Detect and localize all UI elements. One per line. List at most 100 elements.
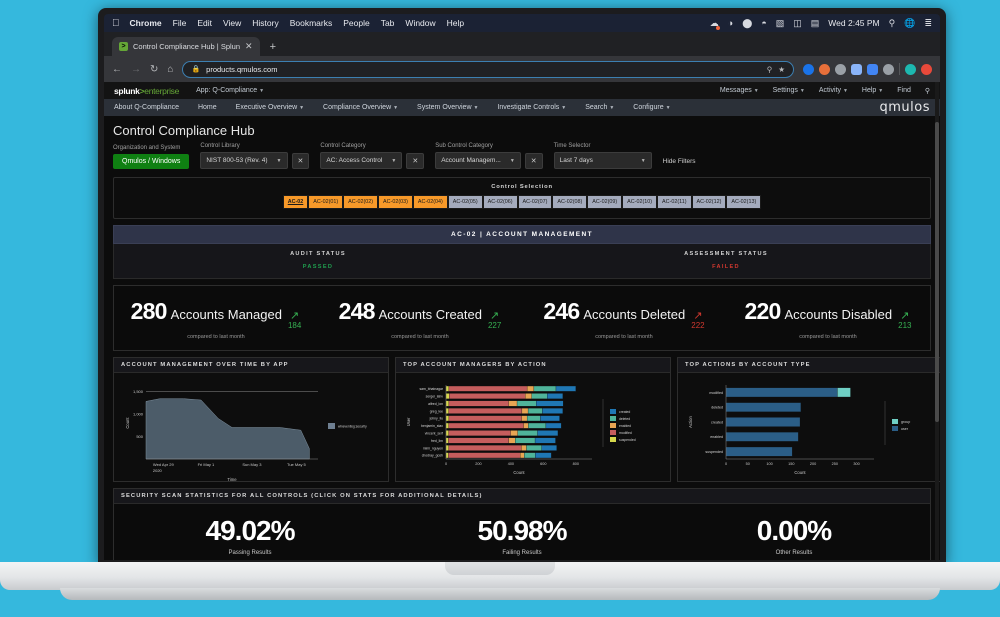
profile-avatar[interactable]	[905, 63, 916, 75]
nav-item-about[interactable]: About Q-Compliance	[114, 104, 179, 111]
control-chip-ac-02-12[interactable]: AC-02(12)	[691, 195, 727, 209]
control-chip-ac-02-02[interactable]: AC-02(02)	[343, 195, 379, 209]
org-system-pill[interactable]: Qmulos / Windows	[113, 154, 190, 169]
browser-tab[interactable]: > Control Compliance Hub | Splun ✕	[112, 37, 260, 56]
kpi-accounts-created[interactable]: 248 Accounts Created ↗ 227 compared to l…	[318, 298, 522, 340]
time-selector-select[interactable]: Last 7 days ▼	[553, 152, 652, 169]
forward-icon[interactable]: →	[131, 64, 141, 75]
extension-icon-6[interactable]	[883, 63, 894, 75]
nav-item-investigate-controls[interactable]: Investigate Controls ▼	[497, 104, 566, 111]
menu-item-help[interactable]: Help	[447, 18, 464, 28]
clear-control-library-button[interactable]: ✕	[291, 152, 310, 169]
control-chip-ac-02-03[interactable]: AC-02(03)	[378, 195, 413, 209]
nav-item-compliance-overview[interactable]: Compliance Overview ▼	[323, 104, 398, 111]
menu-item-view[interactable]: View	[223, 18, 241, 28]
back-icon[interactable]: ←	[112, 64, 122, 75]
sub-control-category-select[interactable]: Account Managem... ▼	[435, 152, 521, 169]
battery-icon[interactable]: ▤	[811, 18, 820, 29]
control-chip-ac-02-11[interactable]: AC-02(11)	[657, 195, 692, 209]
menu-item-edit[interactable]: Edit	[197, 18, 212, 28]
chart-area[interactable]: modified deleted created enabled suspended 0 5…	[678, 373, 940, 481]
splunk-logo[interactable]: splunk>enterprise	[114, 86, 179, 96]
stat-value: 0.00%	[756, 515, 832, 546]
stat-value: 49.02%	[205, 515, 296, 546]
bookmark-star-icon[interactable]: ★	[778, 65, 785, 74]
nav-item-home[interactable]: Home	[198, 104, 217, 111]
kpi-accounts-deleted[interactable]: 246 Accounts Deleted ↗ 222 compared to l…	[522, 298, 726, 340]
home-icon[interactable]: ⌂	[167, 64, 173, 75]
globe-icon[interactable]: 🌐	[904, 18, 915, 29]
nav-item-executive-overview[interactable]: Executive Overview ▼	[236, 104, 304, 111]
stat-failing-results[interactable]: 50.98% Failing Results	[386, 515, 658, 556]
control-library-select[interactable]: NIST 800-53 (Rev. 4) ▼	[200, 152, 288, 169]
moon-icon[interactable]: ◑	[728, 18, 733, 28]
svg-text:wineventlog:security: wineventlog:security	[338, 425, 367, 429]
clear-control-category-button[interactable]: ✕	[406, 152, 425, 169]
splunk-app: splunk>enterprise App: Q-Compliance ▼ Me…	[104, 82, 940, 560]
clear-sub-control-category-button[interactable]: ✕	[524, 152, 543, 169]
control-chip-ac-02[interactable]: AC-02	[282, 195, 309, 209]
control-chip-ac-02-07[interactable]: AC-02(07)	[517, 195, 553, 209]
menu-item-file[interactable]: File	[173, 18, 187, 28]
app-selector[interactable]: App: Q-Compliance ▼	[196, 87, 264, 94]
extension-icon-5[interactable]	[867, 63, 878, 75]
control-center-icon[interactable]: ≣	[924, 18, 932, 29]
menubar-clock[interactable]: Wed 2:45 PM	[828, 18, 879, 28]
header-activity[interactable]: Activity ▼	[819, 87, 848, 94]
header-find[interactable]: Find	[897, 87, 911, 94]
control-chip-ac-02-10[interactable]: AC-02(10)	[622, 195, 658, 209]
macos-menubar:  Chrome File Edit View History Bookmark…	[104, 14, 940, 32]
hide-filters-link[interactable]: Hide Filters	[663, 158, 696, 165]
search-icon[interactable]: ⚲	[925, 87, 930, 95]
control-chip-ac-02-04[interactable]: AC-02(04)	[412, 195, 448, 209]
wifi-icon[interactable]: ◓	[761, 18, 766, 28]
kpi-subtext: compared to last month	[595, 334, 653, 340]
cloud-icon[interactable]: ⬤	[742, 18, 752, 29]
header-settings[interactable]: Settings ▼	[773, 87, 805, 94]
stat-other-results[interactable]: 0.00% Other Results	[658, 515, 930, 556]
zoom-icon[interactable]: ⚲	[767, 65, 773, 74]
control-chip-ac-02-08[interactable]: AC-02(08)	[552, 195, 588, 209]
control-chip-ac-02-09[interactable]: AC-02(09)	[587, 195, 623, 209]
kpi-accounts-managed[interactable]: 280 Accounts Managed ↗ 184 compared to l…	[114, 298, 318, 340]
menu-item-chrome[interactable]: Chrome	[130, 18, 162, 28]
chart-area[interactable]: 500 1,000 1,500 Wed Apr 29 2020 Fri May 1 Sun …	[114, 373, 388, 482]
menu-item-history[interactable]: History	[252, 18, 278, 28]
svg-text:alfred_lon: alfred_lon	[428, 402, 443, 406]
audit-status-block: AUDIT STATUS PASSED	[114, 251, 522, 270]
reload-icon[interactable]: ↻	[150, 64, 158, 75]
nav-item-system-overview[interactable]: System Overview ▼	[417, 104, 478, 111]
menu-item-window[interactable]: Window	[405, 18, 435, 28]
lock-icon: 🔒	[191, 66, 201, 73]
close-icon[interactable]: ✕	[245, 41, 253, 52]
control-chip-ac-02-06[interactable]: AC-02(06)	[482, 195, 518, 209]
airplay-icon[interactable]: ◫	[793, 18, 802, 29]
nav-item-configure[interactable]: Configure ▼	[633, 104, 670, 111]
kpi-accounts-disabled[interactable]: 220 Accounts Disabled ↗ 213 compared to …	[726, 298, 930, 340]
address-bar[interactable]: 🔒 products.qmulos.com ⚲ ★	[182, 60, 794, 78]
stat-passing-results[interactable]: 49.02% Passing Results	[114, 515, 386, 556]
chart-area[interactable]: sam_bhatnagar sergei_lahv alfred_lon greg_l…	[396, 373, 670, 481]
us-flag-icon[interactable]: ▧	[776, 18, 785, 29]
menu-item-tab[interactable]: Tab	[381, 18, 395, 28]
control-category-select[interactable]: AC: Access Control ▼	[320, 152, 403, 169]
search-icon[interactable]: ⚲	[889, 18, 896, 29]
menu-item-bookmarks[interactable]: Bookmarks	[290, 18, 333, 28]
menu-item-people[interactable]: People	[343, 18, 369, 28]
extension-icon-2[interactable]	[819, 63, 830, 75]
dropbox-icon[interactable]: ☁	[710, 18, 720, 30]
extension-icon-3[interactable]	[835, 63, 846, 75]
control-chip-ac-02-05[interactable]: AC-02(05)	[447, 195, 483, 209]
control-chip-ac-02-13[interactable]: AC-02(13)	[726, 195, 762, 209]
extension-icon-1[interactable]	[803, 63, 814, 75]
header-help[interactable]: Help ▼	[862, 87, 883, 94]
control-chip-ac-02-01[interactable]: AC-02(01)	[308, 195, 344, 209]
svg-text:Action: Action	[688, 416, 693, 428]
dashboard-body: Control Compliance Hub Organization and …	[104, 116, 940, 560]
apple-icon[interactable]: 	[112, 18, 120, 29]
new-tab-button[interactable]: +	[270, 41, 276, 53]
header-messages[interactable]: Messages ▼	[720, 87, 759, 94]
chrome-menu-icon[interactable]	[921, 63, 932, 75]
extension-icon-4[interactable]	[851, 63, 862, 75]
nav-item-search[interactable]: Search ▼	[585, 104, 614, 111]
